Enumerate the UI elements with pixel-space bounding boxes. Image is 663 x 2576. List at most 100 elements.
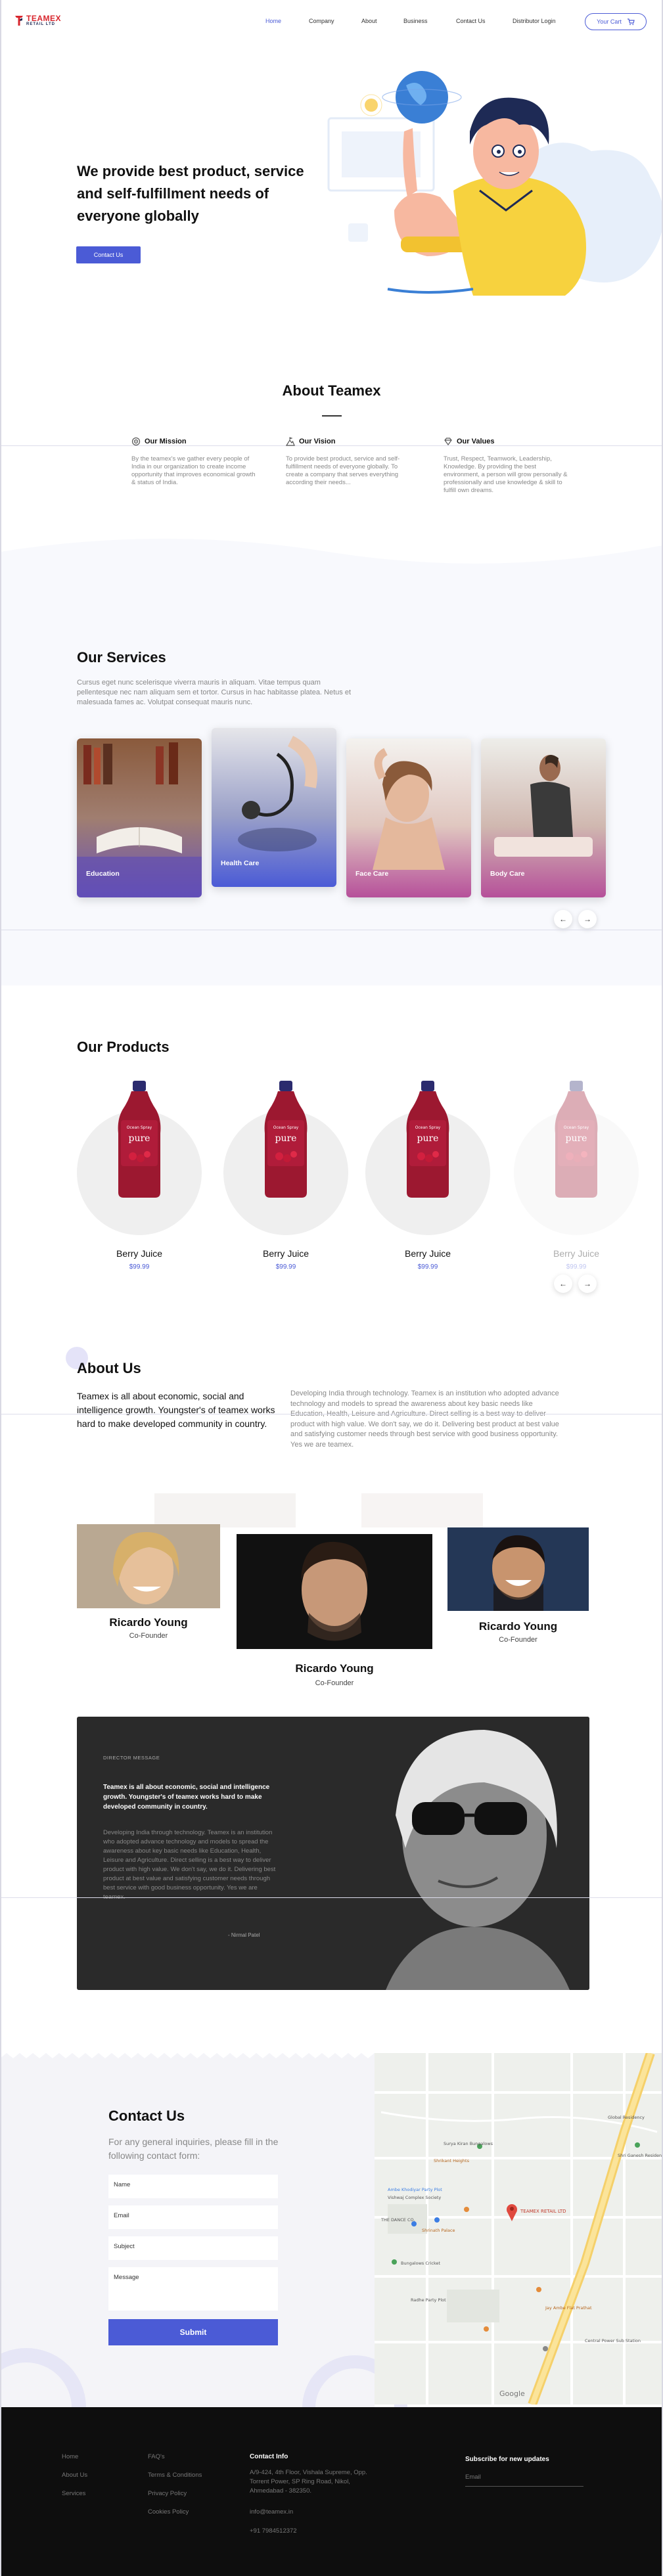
service-label: Health Care — [221, 859, 260, 867]
service-card-face-care[interactable]: Face Care — [346, 738, 471, 897]
bottle-label: pure — [275, 1133, 297, 1144]
feature-title: Our Vision — [299, 438, 336, 445]
bottle-brand: Ocean Spray — [564, 1125, 589, 1130]
footer: Home About Us Services FAQ's Terms & Con… — [0, 2407, 663, 2576]
map-place: Shrinath Palace — [422, 2228, 455, 2233]
subject-field[interactable]: Subject — [108, 2236, 278, 2260]
name-field[interactable]: Name — [108, 2175, 278, 2198]
team-member-name: Ricardo Young — [478, 1620, 558, 1633]
service-label: Body Care — [490, 870, 525, 878]
hero-title: We provide best product, service and sel… — [77, 163, 304, 224]
footer-link-privacy[interactable]: Privacy Policy — [148, 2490, 187, 2497]
feature-title: Our Mission — [145, 438, 187, 445]
cart-icon — [627, 18, 635, 26]
page: TEAMEX RETAIL LTD Home Company About Bus… — [0, 0, 663, 2576]
logo-name: TEAMEX — [26, 14, 62, 23]
nav-distributor-login[interactable]: Distributor Login — [513, 18, 556, 24]
man-smiling-portrait-image — [447, 1527, 589, 1611]
footer-link-faqs[interactable]: FAQ's — [148, 2453, 165, 2460]
team-member-photo — [237, 1534, 432, 1649]
map-place: Vishwaj Complex Society — [388, 2195, 441, 2200]
contact-description: For any general inquiries, please fill i… — [108, 2136, 279, 2161]
nav-home[interactable]: Home — [265, 18, 281, 24]
hero-contact-button[interactable]: Contact Us — [76, 246, 141, 263]
man-portrait-image — [237, 1534, 432, 1649]
nav-about[interactable]: About — [361, 18, 377, 24]
feature-vision: Our Vision To provide best product, serv… — [286, 437, 411, 487]
map-place: Shri Ganesh Residency — [618, 2153, 663, 2158]
contact-email[interactable]: info@teamex.in — [250, 2508, 293, 2517]
cart-label: Your Cart — [597, 18, 622, 25]
product-price: $99.99 — [275, 1263, 296, 1271]
location-map[interactable]: TEAMEX RETAIL LTD Global Residency Surya… — [375, 2053, 663, 2405]
logo-t-icon — [15, 16, 23, 26]
contact-address: A/9-424, 4th Floor, Vishala Supreme, Opp… — [250, 2469, 367, 2495]
feature-text: To provide best product, service and sel… — [286, 455, 400, 486]
products-next-button[interactable]: → — [578, 1275, 597, 1293]
footer-link-services[interactable]: Services — [62, 2490, 85, 2497]
submit-button[interactable]: Submit — [108, 2319, 278, 2345]
nav-company[interactable]: Company — [309, 18, 334, 24]
director-message-label: DIRECTOR MESSAGE — [103, 1755, 160, 1761]
feature-title: Our Values — [457, 438, 495, 445]
team-member-photo — [447, 1527, 589, 1611]
team-member-role: Co-Founder — [129, 1632, 168, 1640]
product-price: $99.99 — [129, 1263, 150, 1271]
service-card-education[interactable]: Education — [77, 738, 202, 897]
footer-link-home[interactable]: Home — [62, 2453, 78, 2460]
team-member-role: Co-Founder — [315, 1679, 354, 1687]
product-name: Berry Juice — [262, 1248, 309, 1259]
team-faded-backdrop — [361, 1493, 483, 1527]
mountain-flag-icon — [286, 437, 295, 446]
juice-bottle-image: Ocean Spray pure — [555, 1081, 598, 1198]
services-prev-button[interactable]: ← — [554, 910, 572, 928]
team-faded-backdrop — [154, 1493, 296, 1527]
about-us-title: About Us — [77, 1360, 141, 1376]
service-label: Education — [86, 870, 120, 878]
product-price: $99.99 — [566, 1263, 587, 1271]
team-member-photo — [77, 1524, 220, 1608]
hero-illustration — [327, 71, 663, 296]
services-next-button[interactable]: → — [578, 910, 597, 928]
service-label: Face Care — [355, 870, 389, 878]
map-place: Radhe Party Plot — [411, 2297, 446, 2303]
contact-info-title: Contact Info — [250, 2453, 288, 2460]
about-us-body: Developing India through technology. Tea… — [290, 1390, 559, 1449]
map-place: Global Residency — [608, 2115, 645, 2120]
subscribe-email-input[interactable]: Email — [465, 2473, 583, 2487]
services-title: Our Services — [77, 649, 166, 666]
logo[interactable]: TEAMEX RETAIL LTD — [14, 14, 61, 26]
about-teamex-title: About Teamex — [282, 382, 381, 399]
product-name: Berry Juice — [404, 1248, 451, 1259]
product-name: Berry Juice — [553, 1248, 600, 1259]
contact-phone[interactable]: +91 7984512372 — [250, 2527, 297, 2536]
service-card-health-care[interactable]: Health Care — [212, 728, 336, 887]
message-field[interactable]: Message — [108, 2267, 278, 2311]
products-prev-button[interactable]: ← — [554, 1275, 572, 1293]
footer-link-terms[interactable]: Terms & Conditions — [148, 2472, 202, 2479]
target-icon — [131, 437, 141, 446]
services-description: Cursus eget nunc scelerisque viverra mau… — [77, 679, 352, 706]
cart-button[interactable]: Your Cart — [585, 13, 647, 30]
map-tiles: TEAMEX RETAIL LTD Global Residency Surya… — [375, 2053, 663, 2405]
team-member-name: Ricardo Young — [295, 1662, 374, 1675]
product-name: Berry Juice — [116, 1248, 163, 1259]
about-us-lead: Teamex is all about economic, social and… — [77, 1391, 275, 1429]
footer-link-cookies[interactable]: Cookies Policy — [148, 2508, 189, 2516]
logo-subtitle: RETAIL LTD — [26, 22, 55, 26]
woman-portrait-image — [77, 1524, 220, 1608]
footer-link-about[interactable]: About Us — [62, 2472, 87, 2479]
products-title: Our Products — [77, 1039, 170, 1055]
bottle-brand: Ocean Spray — [127, 1125, 152, 1130]
bottle-brand: Ocean Spray — [273, 1125, 299, 1130]
email-field[interactable]: Email — [108, 2205, 278, 2229]
juice-bottle-image: Ocean Spray pure — [118, 1081, 161, 1198]
nav-business[interactable]: Business — [403, 18, 428, 24]
map-place: Surya Kiran Bungalows — [444, 2141, 493, 2146]
map-place: Jay Ambe Flat Prathat — [545, 2305, 592, 2311]
feature-text: Trust, Respect, Teamwork, Leadership, Kn… — [444, 455, 568, 494]
service-card-body-care[interactable]: Body Care — [481, 738, 606, 897]
contact-title: Contact Us — [108, 2108, 185, 2124]
nav-contact[interactable]: Contact Us — [456, 18, 486, 24]
header: TEAMEX RETAIL LTD Home Company About Bus… — [0, 0, 663, 42]
